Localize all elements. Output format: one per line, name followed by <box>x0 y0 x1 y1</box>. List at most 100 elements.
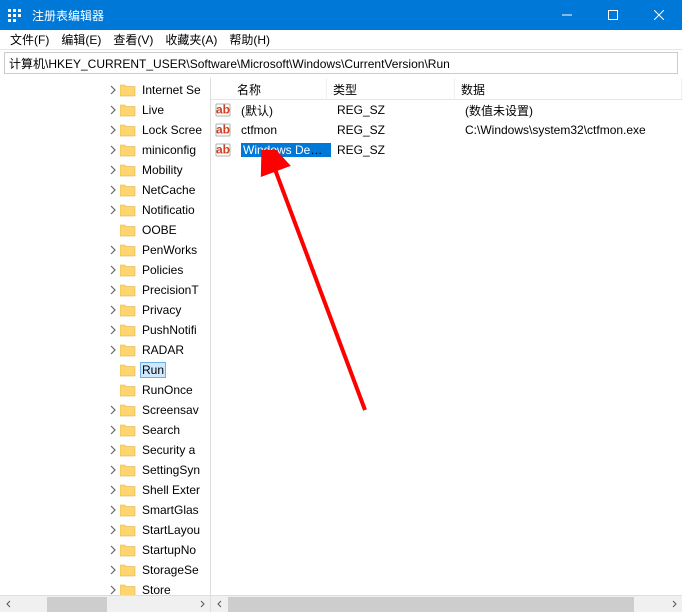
expand-icon[interactable] <box>106 463 120 477</box>
tree-item[interactable]: Run <box>0 360 210 380</box>
tree-item[interactable]: RADAR <box>0 340 210 360</box>
tree-item-label: SmartGlas <box>140 502 201 518</box>
string-value-icon: ab <box>215 142 231 158</box>
menu-file[interactable]: 文件(F) <box>4 29 55 50</box>
column-name[interactable]: 名称 <box>211 78 327 99</box>
scroll-left-icon[interactable] <box>211 596 228 612</box>
tree-item[interactable]: SmartGlas <box>0 500 210 520</box>
tree-item-label: StartLayou <box>140 522 202 538</box>
folder-icon <box>120 403 136 417</box>
folder-icon <box>120 503 136 517</box>
folder-icon <box>120 123 136 137</box>
scroll-right-icon[interactable] <box>193 596 210 612</box>
tree-item[interactable]: StartupNo <box>0 540 210 560</box>
column-type[interactable]: 类型 <box>327 78 455 99</box>
expand-icon[interactable] <box>106 503 120 517</box>
expand-icon[interactable] <box>106 243 120 257</box>
maximize-button[interactable] <box>590 0 636 30</box>
column-data[interactable]: 数据 <box>455 78 682 99</box>
menu-help[interactable]: 帮助(H) <box>223 29 276 50</box>
address-bar[interactable]: 计算机\HKEY_CURRENT_USER\Software\Microsoft… <box>4 52 678 74</box>
menu-view[interactable]: 查看(V) <box>107 29 159 50</box>
tree-item[interactable]: StartLayou <box>0 520 210 540</box>
tree-item[interactable]: RunOnce <box>0 380 210 400</box>
tree-item[interactable]: Mobility <box>0 160 210 180</box>
menu-favorites[interactable]: 收藏夹(A) <box>159 29 223 50</box>
list-row[interactable]: abWindows Defe...REG_SZ <box>211 140 682 160</box>
expand-icon[interactable] <box>106 143 120 157</box>
expand-icon[interactable] <box>106 343 120 357</box>
expand-icon[interactable] <box>106 563 120 577</box>
tree-item[interactable]: miniconfig <box>0 140 210 160</box>
main-area: Internet Se Live Lock Scree miniconfig Mobil… <box>0 78 682 612</box>
expand-icon[interactable] <box>106 203 120 217</box>
expand-icon[interactable] <box>106 283 120 297</box>
tree-item[interactable]: Screensav <box>0 400 210 420</box>
folder-icon <box>120 423 136 437</box>
tree-item[interactable]: Lock Scree <box>0 120 210 140</box>
value-type: REG_SZ <box>331 103 459 117</box>
scroll-right-icon[interactable] <box>665 596 682 612</box>
close-button[interactable] <box>636 0 682 30</box>
tree-item-label: Screensav <box>140 402 201 418</box>
expand-icon[interactable] <box>106 263 120 277</box>
menu-edit[interactable]: 编辑(E) <box>55 29 107 50</box>
value-type: REG_SZ <box>331 143 459 157</box>
tree-item-label: OOBE <box>140 222 179 238</box>
tree-item[interactable]: PrecisionT <box>0 280 210 300</box>
tree-item-label: Notificatio <box>140 202 197 218</box>
window-title: 注册表编辑器 <box>30 7 544 24</box>
folder-icon <box>120 463 136 477</box>
tree-item-label: Privacy <box>140 302 183 318</box>
expand-icon[interactable] <box>106 83 120 97</box>
expand-icon[interactable] <box>106 123 120 137</box>
folder-icon <box>120 263 136 277</box>
tree-item[interactable]: Live <box>0 100 210 120</box>
tree-item-label: Shell Exter <box>140 482 202 498</box>
expand-icon[interactable] <box>106 103 120 117</box>
tree-item[interactable]: SettingSyn <box>0 460 210 480</box>
expand-icon[interactable] <box>106 523 120 537</box>
expand-icon[interactable] <box>106 443 120 457</box>
tree-item[interactable]: Search <box>0 420 210 440</box>
folder-icon <box>120 563 136 577</box>
expand-icon[interactable] <box>106 543 120 557</box>
tree-item[interactable]: Privacy <box>0 300 210 320</box>
list-row[interactable]: ab(默认)REG_SZ(数值未设置) <box>211 100 682 120</box>
expand-icon[interactable] <box>106 303 120 317</box>
folder-icon <box>120 523 136 537</box>
tree-item[interactable]: Internet Se <box>0 80 210 100</box>
tree-horizontal-scrollbar[interactable] <box>0 595 210 612</box>
tree-item[interactable]: NetCache <box>0 180 210 200</box>
list-header: 名称 类型 数据 <box>211 78 682 100</box>
tree-item-label: Mobility <box>140 162 185 178</box>
folder-icon <box>120 383 136 397</box>
tree-item[interactable]: OOBE <box>0 220 210 240</box>
tree-pane: Internet Se Live Lock Scree miniconfig Mobil… <box>0 78 211 612</box>
list-row[interactable]: abctfmonREG_SZC:\Windows\system32\ctfmon… <box>211 120 682 140</box>
tree-item-label: Internet Se <box>140 82 203 98</box>
tree-item[interactable]: PushNotifi <box>0 320 210 340</box>
tree-item[interactable]: Shell Exter <box>0 480 210 500</box>
expand-icon[interactable] <box>106 403 120 417</box>
tree-item-label: Live <box>140 102 166 118</box>
tree-item[interactable]: Notificatio <box>0 200 210 220</box>
folder-icon <box>120 483 136 497</box>
tree-item[interactable]: Security a <box>0 440 210 460</box>
expand-icon[interactable] <box>106 323 120 337</box>
tree-item-label: Lock Scree <box>140 122 204 138</box>
expand-icon[interactable] <box>106 423 120 437</box>
value-data: C:\Windows\system32\ctfmon.exe <box>459 123 682 137</box>
tree-item-label: Policies <box>140 262 185 278</box>
tree-item[interactable]: PenWorks <box>0 240 210 260</box>
value-name: (默认) <box>235 102 331 119</box>
expand-icon[interactable] <box>106 163 120 177</box>
scroll-left-icon[interactable] <box>0 596 17 612</box>
tree-item[interactable]: Policies <box>0 260 210 280</box>
expand-icon[interactable] <box>106 483 120 497</box>
list-horizontal-scrollbar[interactable] <box>211 595 682 612</box>
minimize-button[interactable] <box>544 0 590 30</box>
tree-item[interactable]: StorageSe <box>0 560 210 580</box>
expand-icon[interactable] <box>106 183 120 197</box>
folder-icon <box>120 443 136 457</box>
